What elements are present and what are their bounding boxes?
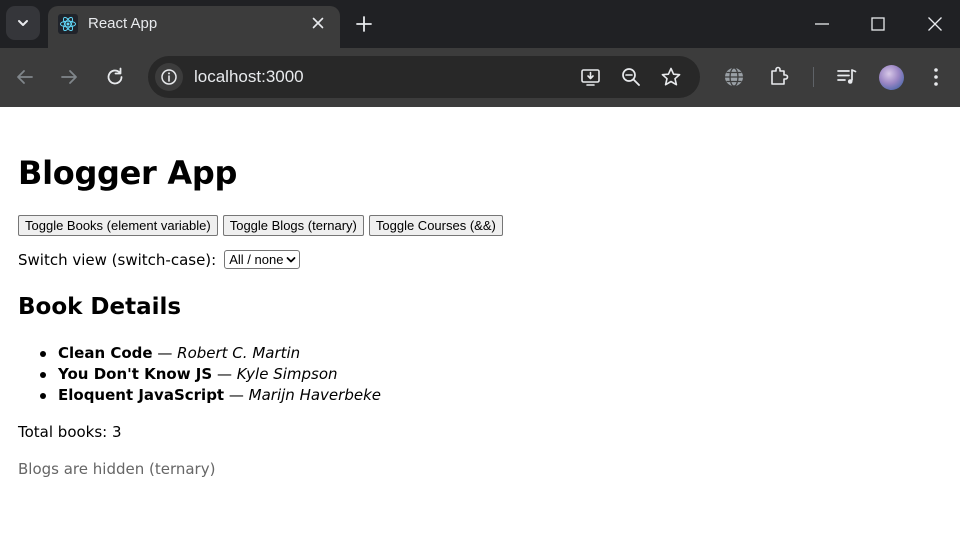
- chevron-down-icon: [287, 256, 296, 262]
- site-info-button[interactable]: [155, 63, 183, 91]
- app-title: Blogger App: [18, 154, 238, 192]
- list-item: You Don't Know JS — Kyle Simpson: [40, 364, 381, 385]
- switch-view-label: Switch view (switch-case):: [18, 250, 217, 269]
- forward-icon[interactable]: [58, 66, 80, 88]
- reload-icon[interactable]: [104, 66, 126, 88]
- react-logo-icon: [58, 14, 78, 34]
- book-list: Clean Code — Robert C. Martin You Don't …: [40, 343, 381, 406]
- zoom-icon[interactable]: [620, 66, 642, 88]
- translate-icon[interactable]: [723, 66, 745, 88]
- switch-view-row: Switch view (switch-case): All / none: [18, 250, 301, 269]
- toggle-blogs-button[interactable]: Toggle Blogs (ternary): [222, 215, 364, 236]
- tab-close-icon[interactable]: [310, 15, 326, 31]
- list-item: Clean Code — Robert C. Martin: [40, 343, 381, 364]
- page-content: Blogger App Toggle Books (element variab…: [0, 107, 960, 547]
- book-author: Robert C. Martin: [177, 344, 301, 362]
- address-bar[interactable]: localhost:3000: [148, 56, 700, 98]
- book-title: Clean Code: [58, 344, 153, 362]
- tab-title: React App: [88, 15, 158, 32]
- profile-avatar[interactable]: [879, 65, 904, 90]
- address-url[interactable]: localhost:3000: [194, 67, 304, 87]
- book-details-heading: Book Details: [18, 294, 182, 320]
- toolbar-divider: [813, 67, 814, 87]
- book-separator: —: [228, 386, 244, 404]
- maximize-icon[interactable]: [868, 14, 888, 34]
- tab-search-button[interactable]: [6, 6, 40, 40]
- media-controls-icon[interactable]: [836, 66, 858, 88]
- toggle-courses-button[interactable]: Toggle Courses (&&): [368, 215, 503, 236]
- book-author: Marijn Haverbeke: [248, 386, 381, 404]
- browser-tab-bar: React App: [0, 0, 960, 48]
- toggle-button-row: Toggle Books (element variable) Toggle B…: [18, 215, 503, 236]
- book-separator: —: [157, 344, 173, 362]
- browser-tab-active[interactable]: React App: [48, 6, 340, 48]
- switch-view-select[interactable]: All / none: [224, 250, 301, 269]
- browser-toolbar: localhost:3000: [0, 48, 960, 107]
- list-item: Eloquent JavaScript — Marijn Haverbeke: [40, 385, 381, 406]
- back-icon[interactable]: [14, 66, 36, 88]
- minimize-icon[interactable]: [812, 14, 832, 34]
- install-app-icon[interactable]: [580, 66, 602, 88]
- close-window-icon[interactable]: [925, 14, 945, 34]
- blogs-hidden-note: Blogs are hidden (ternary): [18, 460, 216, 478]
- site-info-icon: [161, 69, 177, 85]
- book-title: Eloquent JavaScript: [58, 386, 225, 404]
- bookmark-star-icon[interactable]: [660, 66, 682, 88]
- toggle-books-button[interactable]: Toggle Books (element variable): [18, 215, 218, 236]
- extensions-icon[interactable]: [768, 65, 790, 87]
- new-tab-plus-icon[interactable]: [354, 14, 374, 34]
- chevron-down-icon: [18, 20, 28, 26]
- book-separator: —: [216, 365, 232, 383]
- menu-icon[interactable]: [925, 66, 947, 88]
- switch-view-selected-value: All / none: [229, 252, 284, 267]
- total-books: Total books: 3: [18, 423, 122, 441]
- book-author: Kyle Simpson: [236, 365, 338, 383]
- book-title: You Don't Know JS: [58, 365, 213, 383]
